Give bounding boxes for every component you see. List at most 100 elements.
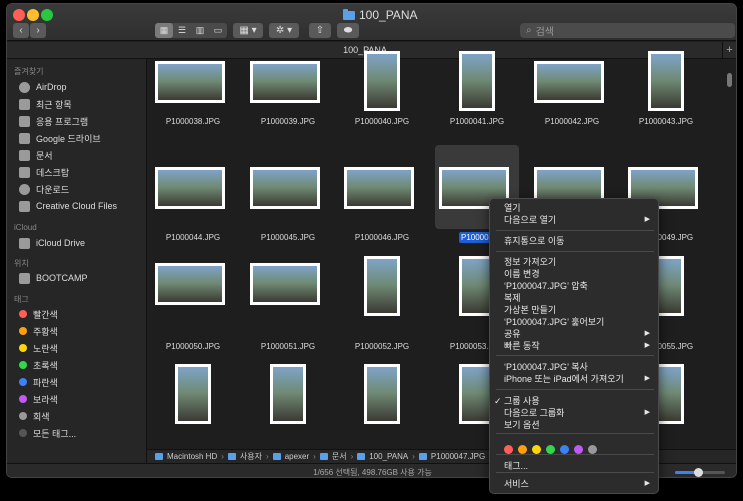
sidebar-item[interactable]: BOOTCAMP — [19, 271, 88, 285]
icon-view-icon[interactable]: ▦ — [155, 23, 173, 38]
path-component[interactable]: 문서 — [332, 451, 347, 462]
path-component[interactable]: P1000047.JPG — [431, 452, 485, 461]
forward-button[interactable]: › — [30, 23, 46, 38]
file-item[interactable] — [340, 241, 424, 325]
context-menu-item[interactable]: 가상본 만들기 — [490, 304, 658, 316]
tag-color-swatch[interactable] — [588, 445, 597, 454]
sidebar-tag-item[interactable]: 노란색 — [19, 341, 58, 355]
menu-item-label: 복제 — [504, 293, 521, 303]
view-mode-segmented[interactable]: ▦ ☰ ▥ ▭ — [155, 23, 227, 38]
file-name-text: P1000038.JPG — [165, 117, 221, 126]
folder-icon — [343, 8, 355, 20]
context-menu-item[interactable]: 다음으로 그룹화 ▶ — [490, 407, 658, 419]
path-component[interactable]: 100_PANA — [369, 452, 408, 461]
action-button[interactable]: ✲ ▾ — [269, 23, 299, 38]
sidebar-tag-item[interactable]: 주황색 — [19, 324, 58, 338]
sidebar-item[interactable]: 다운로드 — [19, 182, 69, 196]
menu-separator — [496, 251, 654, 252]
sidebar-item[interactable]: AirDrop — [19, 80, 67, 94]
file-item[interactable] — [151, 241, 235, 325]
file-item[interactable] — [246, 241, 330, 325]
photo-thumbnail — [250, 263, 320, 305]
menu-item-label: iPhone 또는 iPad에서 가져오기 — [504, 374, 624, 384]
menu-item-label: 서비스 — [504, 479, 529, 489]
sidebar-section-header: iCloud — [14, 223, 37, 232]
icon-size-slider[interactable] — [675, 468, 725, 477]
submenu-arrow-icon: ▶ — [644, 480, 650, 487]
path-component[interactable]: Macintosh HD — [167, 452, 217, 461]
sidebar-tag-item[interactable]: 보라색 — [19, 392, 58, 406]
context-menu-item[interactable]: 휴지통으로 이동 — [490, 235, 658, 247]
tag-color-dot — [19, 344, 27, 352]
file-item[interactable] — [246, 349, 330, 433]
context-menu-item[interactable]: 빠른 동작 ▶ — [490, 340, 658, 352]
list-view-icon[interactable]: ☰ — [173, 23, 191, 38]
context-menu-item[interactable]: 서비스 ▶ — [490, 478, 658, 490]
new-tab-button[interactable]: + — [722, 42, 736, 58]
search-field[interactable]: ⌕ 검색 — [520, 23, 735, 38]
context-menu-item[interactable]: ‘P1000047.JPG’ 훑어보기 — [490, 316, 658, 328]
menu-item-label: 공유 — [504, 329, 521, 339]
context-menu-item[interactable]: ‘P1000047.JPG’ 압축 — [490, 280, 658, 292]
sidebar-tag-item[interactable]: 초록색 — [19, 358, 58, 372]
sidebar-all-tags[interactable]: 모든 태그... — [19, 426, 76, 440]
menu-item-label: 다음으로 열기 — [504, 215, 557, 225]
search-icon: ⌕ — [526, 25, 532, 36]
context-menu-item[interactable]: 열기 — [490, 202, 658, 214]
sidebar-tag-item[interactable]: 빨간색 — [19, 307, 58, 321]
back-button[interactable]: ‹ — [13, 23, 29, 38]
sidebar-item[interactable]: 응용 프로그램 — [19, 114, 88, 128]
sidebar-item[interactable]: 최근 항목 — [19, 97, 72, 111]
zoom-button[interactable] — [41, 9, 53, 21]
sidebar-item-label: BOOTCAMP — [36, 273, 88, 283]
context-menu-item[interactable]: 정보 가져오기 — [490, 256, 658, 268]
context-menu-item[interactable]: 다음으로 열기 ▶ — [490, 214, 658, 226]
context-menu-item[interactable]: ✓ 그룹 사용 — [490, 395, 658, 407]
tag-color-dot — [19, 361, 27, 369]
sidebar-item[interactable]: Google 드라이브 — [19, 131, 101, 145]
minimize-button[interactable] — [27, 9, 39, 21]
photo-thumbnail — [250, 61, 320, 103]
tag-color-swatch[interactable] — [546, 445, 555, 454]
close-button[interactable] — [13, 9, 25, 21]
sidebar-item-label: 주황색 — [33, 326, 58, 337]
tag-color-swatch[interactable] — [560, 445, 569, 454]
file-item[interactable] — [151, 145, 235, 229]
tag-color-swatch[interactable] — [518, 445, 527, 454]
path-separator: › — [350, 452, 354, 461]
slider-knob[interactable] — [693, 468, 703, 477]
context-menu-item[interactable]: 보기 옵션 — [490, 419, 658, 431]
edit-tags-button[interactable]: ⬬ — [337, 23, 359, 38]
file-item[interactable] — [151, 349, 235, 433]
context-menu-item[interactable]: ‘P1000047.JPG’ 복사 — [490, 361, 658, 373]
context-menu-item[interactable]: iPhone 또는 iPad에서 가져오기 ▶ — [490, 373, 658, 385]
sidebar-item[interactable]: 문서 — [19, 148, 53, 162]
context-menu-item[interactable]: 이름 변경 — [490, 268, 658, 280]
group-button[interactable]: ▦ ▾ — [233, 23, 263, 38]
path-separator: › — [266, 452, 269, 461]
path-component[interactable]: 사용자 — [240, 451, 262, 462]
file-item[interactable] — [340, 145, 424, 229]
file-item[interactable] — [246, 145, 330, 229]
context-menu-item[interactable]: 태그... — [490, 460, 658, 472]
tag-color-swatch[interactable] — [532, 445, 541, 454]
photo-thumbnail — [364, 256, 400, 316]
path-component[interactable]: apexer — [285, 452, 309, 461]
context-menu-item[interactable]: 공유 ▶ — [490, 328, 658, 340]
gallery-view-icon[interactable]: ▭ — [209, 23, 227, 38]
sidebar-item[interactable]: Creative Cloud Files — [19, 199, 117, 213]
clock-icon — [19, 98, 30, 110]
file-item[interactable] — [340, 349, 424, 433]
context-menu-item[interactable]: 복제 — [490, 292, 658, 304]
share-button[interactable]: ⇧ — [309, 23, 331, 38]
sidebar-tag-item[interactable]: 파란색 — [19, 375, 58, 389]
menu-item-label: 이름 변경 — [504, 269, 540, 279]
sidebar-item[interactable]: iCloud Drive — [19, 236, 85, 250]
column-view-icon[interactable]: ▥ — [191, 23, 209, 38]
tag-color-swatch[interactable] — [574, 445, 583, 454]
sidebar-item[interactable]: 데스크탑 — [19, 165, 69, 179]
vertical-scrollbar[interactable] — [727, 73, 732, 87]
path-folder-icon — [418, 453, 427, 460]
tag-color-swatch[interactable] — [504, 445, 513, 454]
sidebar-tag-item[interactable]: 회색 — [19, 409, 50, 423]
